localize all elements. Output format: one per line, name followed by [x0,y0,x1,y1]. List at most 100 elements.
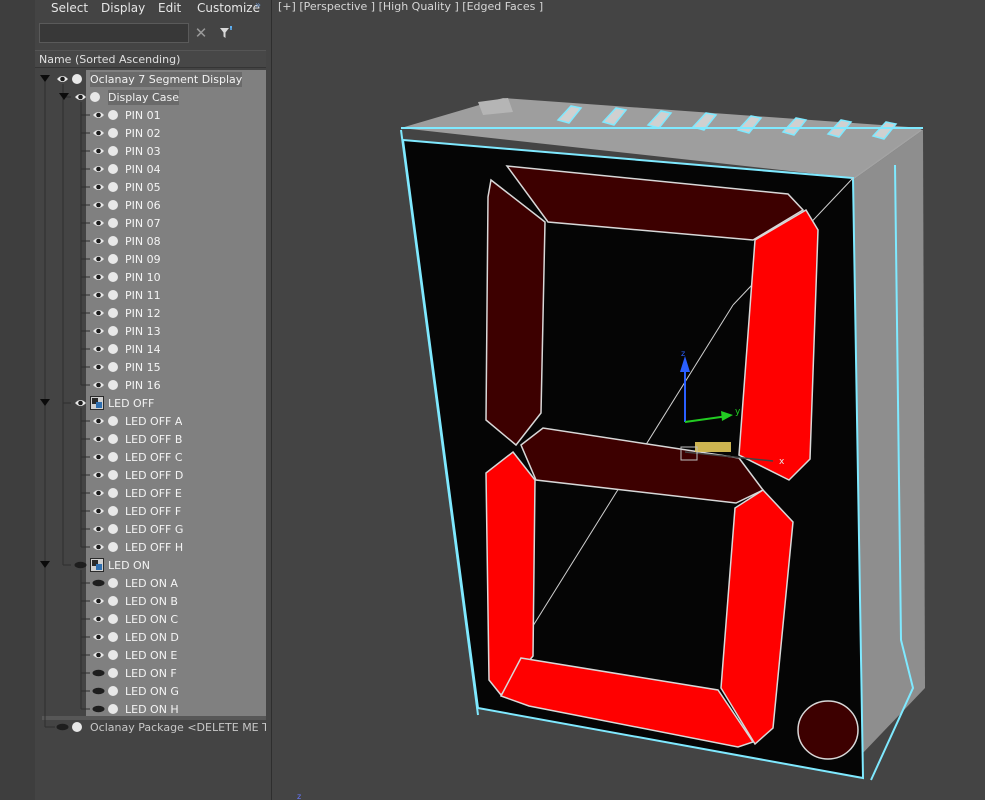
eye-icon[interactable] [92,235,105,247]
chevron-down-icon[interactable] [59,93,69,100]
tree-node-led-off-item[interactable]: LED OFF D [35,466,271,484]
freeze-dot-icon[interactable] [72,74,82,84]
eye-icon[interactable] [92,163,105,175]
freeze-dot-icon[interactable] [108,488,118,498]
freeze-dot-icon[interactable] [108,380,118,390]
freeze-dot-icon[interactable] [108,686,118,696]
tree-node-pin[interactable]: PIN 05 [35,178,271,196]
freeze-dot-icon[interactable] [108,434,118,444]
freeze-dot-icon[interactable] [108,308,118,318]
tree-node-pin[interactable]: PIN 11 [35,286,271,304]
layer-icon[interactable] [90,396,104,410]
eye-hidden-icon[interactable] [92,685,105,697]
eye-icon[interactable] [92,181,105,193]
eye-icon[interactable] [92,307,105,319]
eye-icon[interactable] [92,109,105,121]
freeze-dot-icon[interactable] [108,524,118,534]
tree-node-pin[interactable]: PIN 10 [35,268,271,286]
eye-icon[interactable] [74,91,87,103]
eye-icon[interactable] [92,145,105,157]
menu-select[interactable]: Select [51,1,88,15]
tree-node-led-off-item[interactable]: LED OFF B [35,430,271,448]
eye-icon[interactable] [92,523,105,535]
freeze-dot-icon[interactable] [108,362,118,372]
menu-overflow-chevron[interactable]: » [255,0,261,11]
menu-edit[interactable]: Edit [158,1,181,15]
eye-hidden-icon[interactable] [92,703,105,715]
tree-node-led-on-item[interactable]: LED ON C [35,610,271,628]
freeze-dot-icon[interactable] [108,452,118,462]
eye-icon[interactable] [92,343,105,355]
tree-node-pin[interactable]: PIN 14 [35,340,271,358]
close-icon[interactable]: ✕ [193,24,209,42]
tree-node-led-off-item[interactable]: LED OFF A [35,412,271,430]
eye-hidden-icon[interactable] [74,559,87,571]
freeze-dot-icon[interactable] [108,182,118,192]
chevron-down-icon[interactable] [40,561,50,568]
tree-node-pin[interactable]: PIN 03 [35,142,271,160]
eye-icon[interactable] [92,433,105,445]
menu-customize[interactable]: Customize [197,1,260,15]
eye-icon[interactable] [92,361,105,373]
eye-icon[interactable] [92,271,105,283]
freeze-dot-icon[interactable] [108,218,118,228]
menu-display[interactable]: Display [101,1,145,15]
freeze-dot-icon[interactable] [108,236,118,246]
tree-node-pin[interactable]: PIN 16 [35,376,271,394]
freeze-dot-icon[interactable] [108,146,118,156]
3d-scene[interactable]: z y x z [273,0,985,800]
tree-node-pin[interactable]: PIN 13 [35,322,271,340]
chevron-down-icon[interactable] [40,399,50,406]
tree-node-led-off[interactable]: LED OFF [35,394,271,412]
freeze-dot-icon[interactable] [108,254,118,264]
eye-hidden-icon[interactable] [92,577,105,589]
eye-icon[interactable] [92,469,105,481]
eye-icon[interactable] [92,127,105,139]
eye-icon[interactable] [92,541,105,553]
eye-icon[interactable] [92,253,105,265]
freeze-dot-icon[interactable] [108,650,118,660]
tree-node-led-on-item[interactable]: LED ON A [35,574,271,592]
tree-node-pin[interactable]: PIN 02 [35,124,271,142]
eye-icon[interactable] [92,505,105,517]
eye-icon[interactable] [92,289,105,301]
freeze-dot-icon[interactable] [108,596,118,606]
eye-icon[interactable] [92,595,105,607]
eye-icon[interactable] [74,397,87,409]
eye-icon[interactable] [92,649,105,661]
eye-icon[interactable] [92,325,105,337]
freeze-dot-icon[interactable] [90,92,100,102]
eye-icon[interactable] [92,613,105,625]
tree-node-led-off-item[interactable]: LED OFF G [35,520,271,538]
eye-icon[interactable] [92,217,105,229]
search-input[interactable] [39,23,189,43]
freeze-dot-icon[interactable] [108,668,118,678]
freeze-dot-icon[interactable] [108,128,118,138]
tree-node-led-on[interactable]: LED ON [35,556,271,574]
eye-hidden-icon[interactable] [92,667,105,679]
column-header-name[interactable]: Name (Sorted Ascending) [35,50,266,68]
freeze-dot-icon[interactable] [108,272,118,282]
eye-icon[interactable] [56,73,69,85]
freeze-dot-icon[interactable] [108,506,118,516]
freeze-dot-icon[interactable] [108,110,118,120]
eye-icon[interactable] [92,415,105,427]
freeze-dot-icon[interactable] [108,200,118,210]
freeze-dot-icon[interactable] [108,416,118,426]
freeze-dot-icon[interactable] [108,704,118,714]
tree-node-led-on-item[interactable]: LED ON G [35,682,271,700]
tree-node-pin[interactable]: PIN 04 [35,160,271,178]
tree-node-led-on-item[interactable]: LED ON H [35,700,271,718]
tree-node-pin[interactable]: PIN 09 [35,250,271,268]
tree-node-led-off-item[interactable]: LED OFF H [35,538,271,556]
freeze-dot-icon[interactable] [108,290,118,300]
tree-node-led-off-item[interactable]: LED OFF F [35,502,271,520]
eye-icon[interactable] [92,487,105,499]
tree-node-pin[interactable]: PIN 12 [35,304,271,322]
tree-node-pin[interactable]: PIN 07 [35,214,271,232]
filter-icon[interactable] [218,24,236,42]
freeze-dot-icon[interactable] [72,722,82,732]
tree-node-root[interactable]: Oclanay 7 Segment Display [35,70,271,88]
freeze-dot-icon[interactable] [108,578,118,588]
freeze-dot-icon[interactable] [108,542,118,552]
